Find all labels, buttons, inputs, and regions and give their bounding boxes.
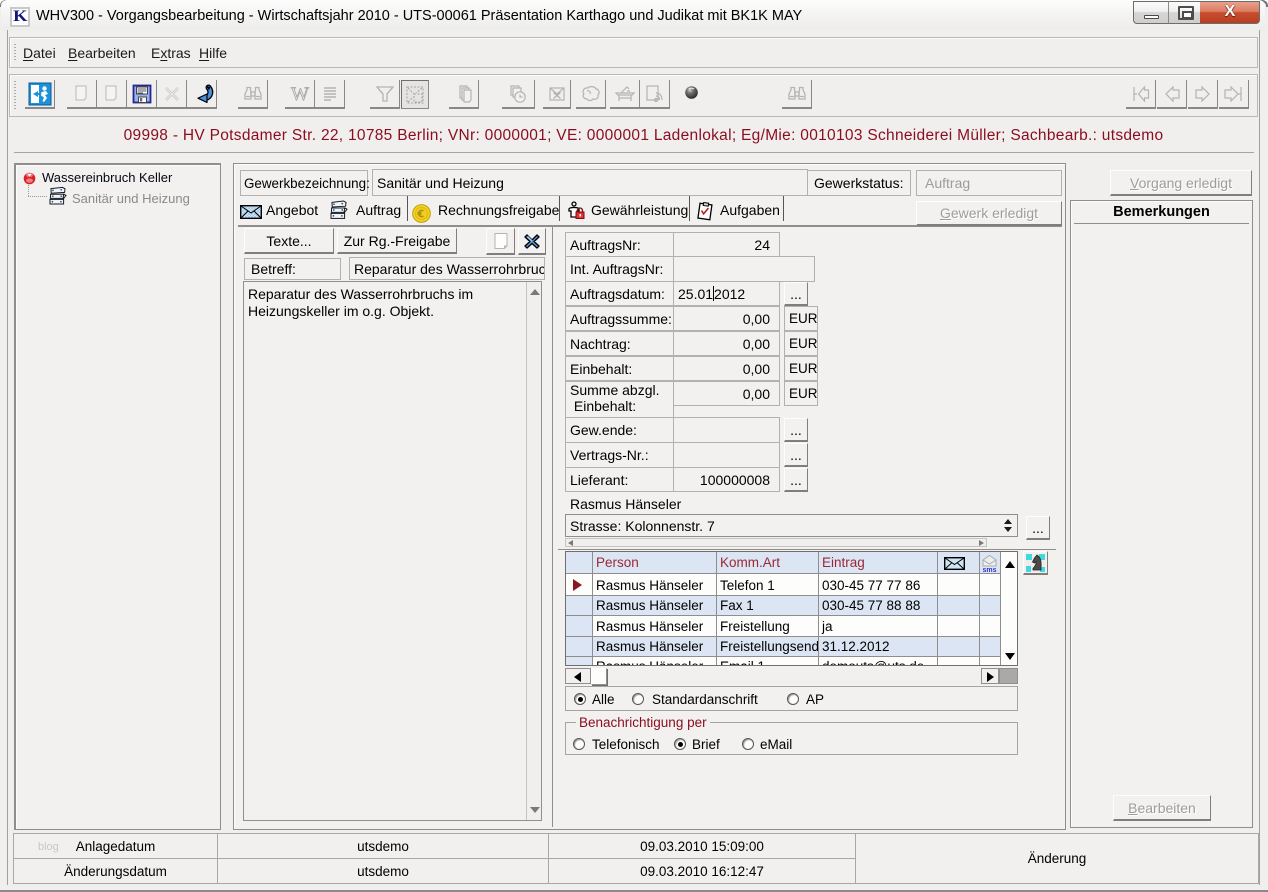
svg-text:W: W xyxy=(291,84,309,105)
svg-text:sms: sms xyxy=(983,567,997,573)
